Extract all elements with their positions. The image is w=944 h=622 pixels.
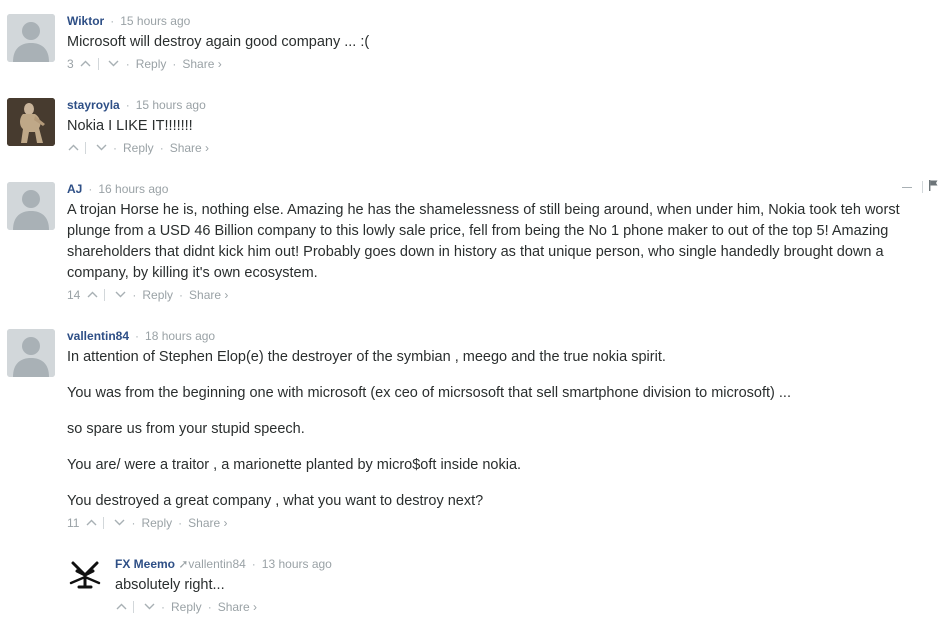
share-link[interactable]: Share › <box>170 141 209 155</box>
comment-paragraph: Microsoft will destroy again good compan… <box>67 34 370 50</box>
author-name[interactable]: Wiktor <box>67 14 104 28</box>
share-link[interactable]: Share › <box>218 600 257 614</box>
separator-dot: · <box>161 600 165 614</box>
separator-dot: · <box>179 288 184 302</box>
timestamp[interactable]: 15 hours ago <box>120 14 190 28</box>
separator-dot: · <box>131 516 136 530</box>
comment-body: AJ · 16 hours ago A trojan Horse he is, no… <box>67 180 938 302</box>
separator-dot: · <box>125 57 130 71</box>
author-name[interactable]: FX Meemo <box>115 557 175 571</box>
reply-link[interactable]: Reply <box>142 288 173 302</box>
separator-dot: · <box>207 600 212 614</box>
author-name[interactable]: AJ <box>67 182 82 196</box>
vote-divider <box>97 58 99 70</box>
vote-divider <box>85 142 86 154</box>
reply-link[interactable]: Reply <box>123 141 154 155</box>
avatar[interactable] <box>7 182 55 230</box>
comment-footer: · Reply · Share › <box>115 600 938 614</box>
share-link[interactable]: Share › <box>188 516 227 530</box>
comment-paragraph: A trojan Horse he is, nothing else. Amaz… <box>67 202 900 281</box>
comment-body: vallentin84 · 18 hours ago In attention of… <box>67 329 938 530</box>
comment-footer: 3 · Reply · Share › <box>67 57 938 71</box>
separator-dot: · <box>110 14 115 28</box>
vote-count: 14 <box>67 288 81 302</box>
comment-header: vallentin84 · 18 hours ago <box>67 329 938 345</box>
chevron-down-icon[interactable] <box>95 141 107 155</box>
comment-controls <box>902 180 938 194</box>
controls-divider <box>922 181 923 193</box>
reply-link[interactable]: Reply <box>136 57 167 71</box>
avatar[interactable] <box>7 14 55 62</box>
comment-footer: · Reply · Share › <box>67 141 938 155</box>
reply-link[interactable]: Reply <box>141 516 172 530</box>
comment-paragraph: absolutely right... <box>115 577 225 593</box>
separator-dot: · <box>178 516 183 530</box>
chevron-up-icon[interactable] <box>80 57 92 71</box>
timestamp[interactable]: 15 hours ago <box>136 98 206 112</box>
comment-header: stayroyla · 15 hours ago <box>67 98 938 114</box>
author-name[interactable]: stayroyla <box>67 98 120 112</box>
chevron-down-icon[interactable] <box>114 288 126 302</box>
comment-text: absolutely right... <box>115 575 938 596</box>
timestamp[interactable]: 18 hours ago <box>145 329 215 343</box>
timestamp[interactable]: 16 hours ago <box>98 182 168 196</box>
author-name[interactable]: vallentin84 <box>67 329 129 343</box>
timestamp[interactable]: 13 hours ago <box>262 557 332 571</box>
avatar[interactable] <box>7 98 55 146</box>
chevron-up-icon[interactable] <box>67 141 79 155</box>
comment-text: A trojan Horse he is, nothing else. Amaz… <box>67 200 938 284</box>
reply-to-name: vallentin84 <box>188 557 246 571</box>
separator-dot: · <box>251 557 256 571</box>
vote-divider <box>104 289 106 301</box>
share-link[interactable]: Share › <box>189 288 228 302</box>
chevron-down-icon[interactable] <box>143 600 155 614</box>
avatar[interactable] <box>67 557 103 593</box>
comment-text: In attention of Stephen Elop(e) the dest… <box>67 347 938 512</box>
separator-dot: · <box>132 288 137 302</box>
minus-icon[interactable] <box>902 186 912 188</box>
separator-dot: · <box>88 182 93 196</box>
comment-paragraph: You was from the beginning one with micr… <box>67 385 791 401</box>
separator-dot: · <box>113 141 117 155</box>
comment-text: Microsoft will destroy again good compan… <box>67 32 938 53</box>
comment-paragraph: You destroyed a great company , what you… <box>67 493 484 509</box>
reply-link[interactable]: Reply <box>171 600 202 614</box>
in-reply-to[interactable]: ➚vallentin84 <box>178 557 245 571</box>
vote-count: 11 <box>67 516 80 530</box>
comment-footer: 14 · Reply · Share › <box>67 288 938 302</box>
separator-dot: · <box>125 98 130 112</box>
comment-paragraph: Nokia I LIKE IT!!!!!!! <box>67 118 193 134</box>
vote-divider <box>133 601 134 613</box>
comment-paragraph: You are/ were a traitor , a marionette p… <box>67 457 522 473</box>
separator-dot: · <box>135 329 140 343</box>
comment-header: AJ · 16 hours ago <box>67 180 938 198</box>
comment-header: Wiktor · 15 hours ago <box>67 14 938 30</box>
flag-icon[interactable] <box>929 180 938 194</box>
vote-divider <box>103 517 105 529</box>
separator-dot: · <box>172 57 177 71</box>
chevron-down-icon[interactable] <box>108 57 120 71</box>
comment-footer: 11 · Reply · Share › <box>67 516 938 530</box>
comment-text: Nokia I LIKE IT!!!!!!! <box>67 116 938 137</box>
chevron-up-icon[interactable] <box>115 600 127 614</box>
chevron-up-icon[interactable] <box>86 288 98 302</box>
reply-arrow-icon: ➚ <box>178 557 189 571</box>
vote-count: 3 <box>67 57 74 71</box>
separator-dot: · <box>159 141 164 155</box>
comment-body: Wiktor · 15 hours ago Microsoft will destr… <box>67 14 938 71</box>
comment-header: FX Meemo ➚vallentin84 · 13 hours ago <box>115 557 938 573</box>
comment-body: FX Meemo ➚vallentin84 · 13 hours ago absol… <box>115 557 938 614</box>
comment-body: stayroyla · 15 hours ago Nokia I LIKE IT!!… <box>67 98 938 155</box>
avatar[interactable] <box>7 329 55 377</box>
comment-paragraph: so spare us from your stupid speech. <box>67 421 305 437</box>
share-link[interactable]: Share › <box>182 57 221 71</box>
comment-paragraph: In attention of Stephen Elop(e) the dest… <box>67 349 666 365</box>
chevron-down-icon[interactable] <box>113 516 125 530</box>
chevron-up-icon[interactable] <box>85 516 97 530</box>
